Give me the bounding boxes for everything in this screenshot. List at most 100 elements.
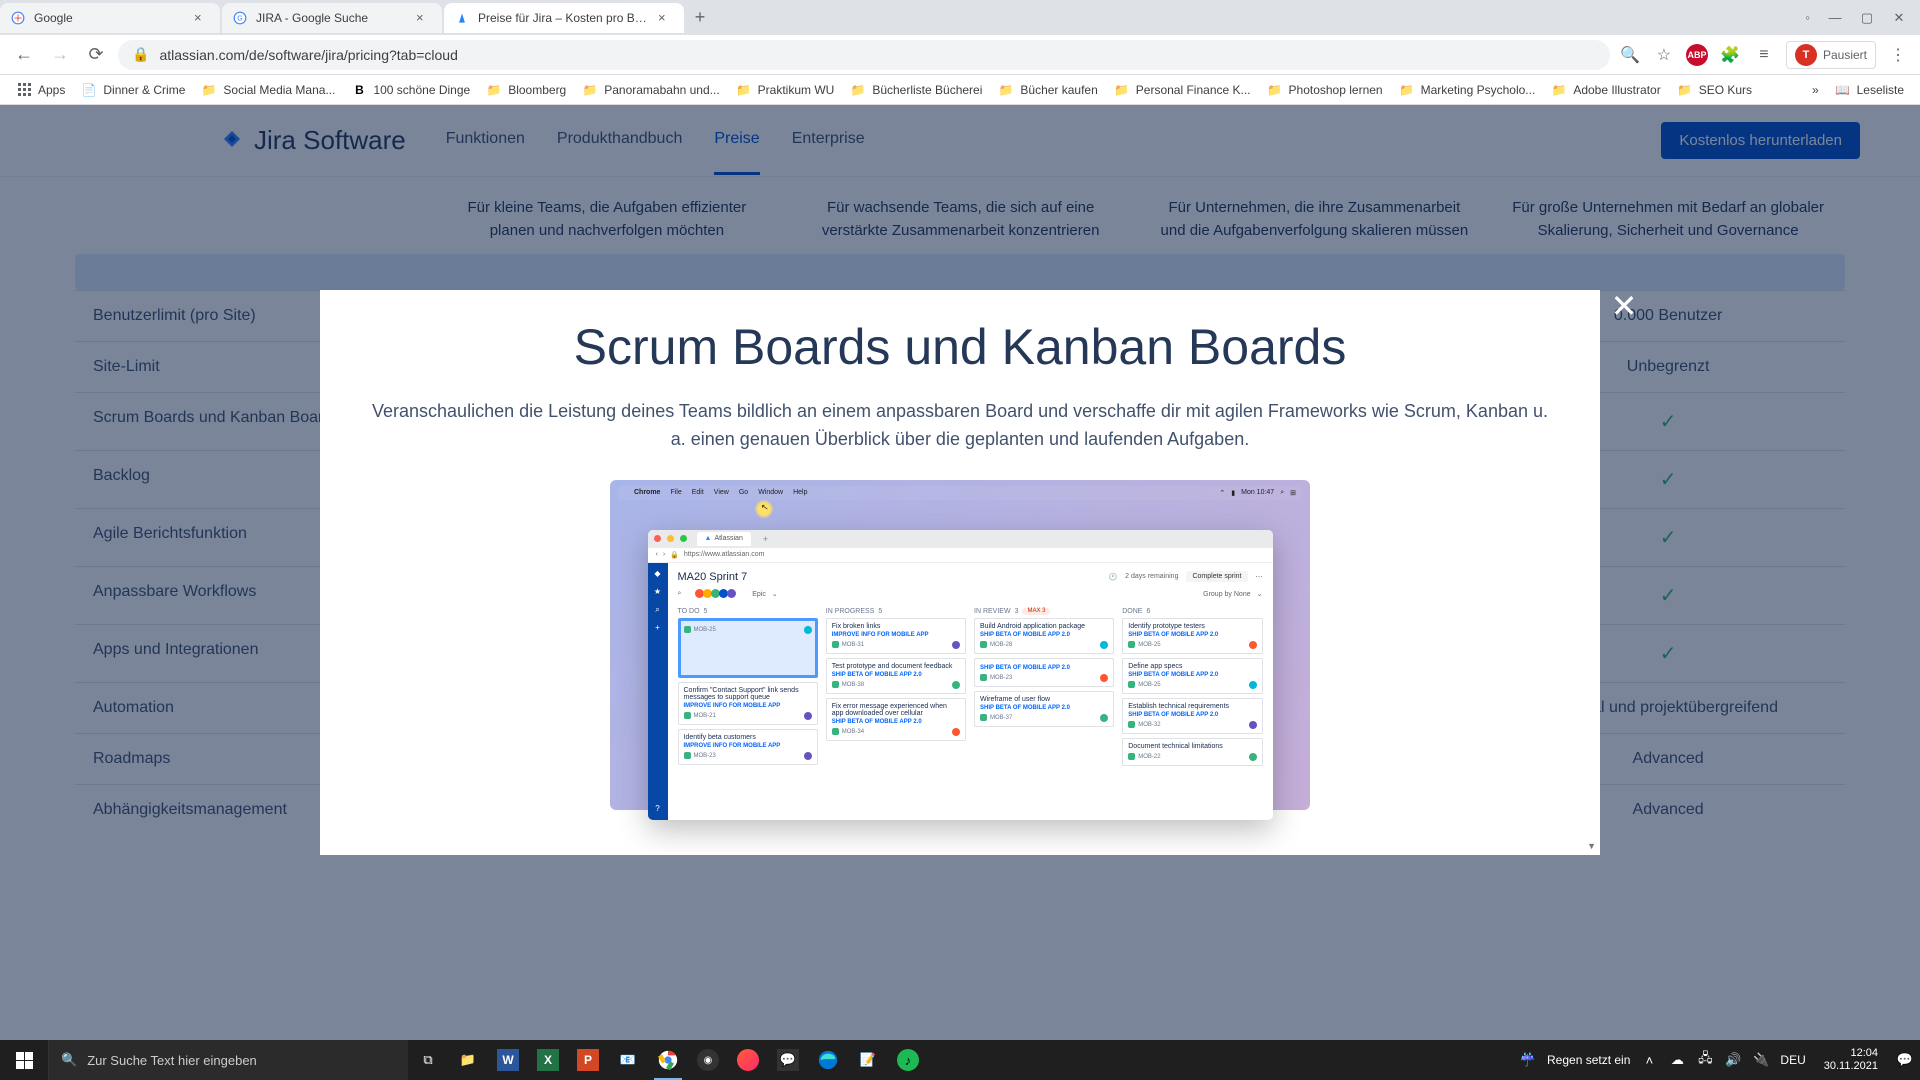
weather-text[interactable]: Regen setzt ein — [1547, 1053, 1630, 1067]
kanban-column: IN REVIEW3MAX 3Build Android application… — [974, 608, 1114, 770]
bookmark-item[interactable]: 📄Dinner & Crime — [75, 79, 191, 101]
bookmark-folder[interactable]: 📁Panoramabahn und... — [576, 79, 725, 101]
edge-icon[interactable] — [808, 1040, 848, 1080]
browser-tab-strip: Google × G JIRA - Google Suche × Preise … — [0, 0, 1920, 35]
maximize-button[interactable]: ▢ — [1860, 10, 1874, 26]
folder-icon: 📁 — [201, 82, 217, 98]
kanban-card: SHIP BETA OF MOBILE APP 2.0MOB-23 — [974, 658, 1114, 687]
onedrive-icon[interactable]: ☁ — [1668, 1052, 1686, 1068]
search-icon: ⌕ — [1280, 489, 1284, 497]
obs-icon[interactable]: ◉ — [688, 1040, 728, 1080]
browser-tab[interactable]: G JIRA - Google Suche × — [222, 3, 442, 33]
minimize-button[interactable]: — — [1828, 10, 1842, 26]
modal-title: Scrum Boards und Kanban Boards — [356, 318, 1564, 376]
zoom-icon[interactable]: 🔍 — [1618, 43, 1642, 67]
close-window-button[interactable]: ✕ — [1892, 10, 1906, 26]
issue-type-icon — [1128, 681, 1135, 688]
chrome-icon[interactable] — [648, 1040, 688, 1080]
traffic-light-max-icon — [680, 535, 687, 542]
bookmark-folder[interactable]: 📁Bloomberg — [480, 79, 572, 101]
issue-type-icon — [980, 714, 987, 721]
adblock-icon[interactable]: ABP — [1686, 44, 1708, 66]
reading-list-button[interactable]: 📖Leseliste — [1829, 79, 1910, 101]
battery-icon[interactable]: 🔌 — [1752, 1052, 1770, 1068]
bookmark-folder[interactable]: 📁Personal Finance K... — [1108, 79, 1257, 101]
bookmark-folder[interactable]: 📁SEO Kurs — [1671, 79, 1758, 101]
issue-type-icon — [1128, 641, 1135, 648]
url-text: atlassian.com/de/software/jira/pricing?t… — [159, 47, 457, 63]
app-icon[interactable] — [728, 1040, 768, 1080]
issue-type-icon — [684, 712, 691, 719]
bookmark-folder[interactable]: 📁Adobe Illustrator — [1545, 79, 1666, 101]
svg-text:G: G — [237, 15, 242, 22]
bookmark-folder[interactable]: 📁Bücherliste Bücherei — [844, 79, 988, 101]
assignee-avatar-icon — [804, 752, 812, 760]
mail-icon[interactable]: 📧 — [608, 1040, 648, 1080]
bookmark-overflow[interactable]: » — [1806, 79, 1825, 101]
bookmark-folder[interactable]: 📁Praktikum WU — [730, 79, 841, 101]
excel-icon[interactable]: X — [528, 1040, 568, 1080]
weather-icon[interactable]: ☔ — [1519, 1052, 1537, 1068]
volume-icon[interactable]: 🔊 — [1724, 1052, 1742, 1068]
scroll-down-icon[interactable]: ▼ — [1587, 841, 1596, 851]
network-icon[interactable]: 🖧 — [1696, 1049, 1714, 1071]
back-button[interactable]: ← — [10, 41, 38, 69]
file-explorer-icon[interactable]: 📁 — [448, 1040, 488, 1080]
account-icon[interactable]: ◦ — [1805, 10, 1810, 26]
menu-icon[interactable]: ⋮ — [1886, 43, 1910, 67]
spotify-icon[interactable]: ♪ — [888, 1040, 928, 1080]
notepad-icon[interactable]: 📝 — [848, 1040, 888, 1080]
assignee-avatar-icon — [952, 728, 960, 736]
folder-icon: 📁 — [1677, 82, 1693, 98]
reload-button[interactable]: ⟳ — [82, 41, 110, 69]
kanban-column: IN PROGRESS5Fix broken linksIMPROVE INFO… — [826, 608, 966, 770]
address-bar: ← → ⟳ 🔒 atlassian.com/de/software/jira/p… — [0, 35, 1920, 75]
teams-icon[interactable]: 💬 — [768, 1040, 808, 1080]
word-icon[interactable]: W — [488, 1040, 528, 1080]
kanban-card: Identify beta customersIMPROVE INFO FOR … — [678, 729, 818, 765]
bookmark-star-icon[interactable]: ☆ — [1652, 43, 1676, 67]
bookmark-folder[interactable]: 📁Photoshop lernen — [1261, 79, 1389, 101]
bookmark-folder[interactable]: 📁Social Media Mana... — [195, 79, 341, 101]
modal-overlay[interactable]: Scrum Boards und Kanban Boards Veranscha… — [0, 105, 1920, 1040]
forward-button[interactable]: → — [46, 41, 74, 69]
modal-close-button[interactable]: ✕ — [1606, 288, 1642, 324]
readlist-icon: 📖 — [1835, 82, 1851, 98]
tab-title: JIRA - Google Suche — [256, 11, 410, 25]
sprint-title: MA20 Sprint 7 — [678, 571, 748, 583]
taskbar-search[interactable]: 🔍 Zur Suche Text hier eingeben — [48, 1040, 408, 1080]
issue-type-icon — [832, 681, 839, 688]
bookmark-folder[interactable]: 📁Bücher kaufen — [992, 79, 1103, 101]
bookmark-folder[interactable]: 📁Marketing Psycholo... — [1393, 79, 1542, 101]
language-indicator[interactable]: DEU — [1780, 1053, 1805, 1067]
browser-tab[interactable]: Google × — [0, 3, 220, 33]
folder-icon: 📁 — [850, 82, 866, 98]
windows-taskbar: 🔍 Zur Suche Text hier eingeben ⧉ 📁 W X P… — [0, 1040, 1920, 1080]
url-input[interactable]: 🔒 atlassian.com/de/software/jira/pricing… — [118, 40, 1610, 70]
tab-close-icon[interactable]: × — [194, 10, 210, 26]
task-view-button[interactable]: ⧉ — [408, 1040, 448, 1080]
folder-icon: 📁 — [582, 82, 598, 98]
profile-pause-button[interactable]: T Pausiert — [1786, 41, 1876, 69]
browser-tab-active[interactable]: Preise für Jira – Kosten pro Benu... × — [444, 3, 684, 33]
clock-icon: 🕐 — [1108, 573, 1117, 581]
bookmark-item[interactable]: B100 schöne Dinge — [345, 79, 476, 101]
kanban-column: TO DO5MOB-25Confirm "Contact Support" li… — [678, 608, 818, 770]
extension-icon[interactable]: ≡ — [1752, 43, 1776, 67]
apps-button[interactable]: Apps — [10, 79, 71, 101]
apps-grid-icon — [16, 82, 32, 98]
tab-close-icon[interactable]: × — [416, 10, 432, 26]
clock[interactable]: 12:04 30.11.2021 — [1816, 1047, 1886, 1073]
tab-close-icon[interactable]: × — [658, 10, 674, 26]
new-tab-button[interactable]: + — [686, 4, 714, 32]
start-button[interactable] — [0, 1040, 48, 1080]
extension-puzzle-icon[interactable]: 🧩 — [1718, 43, 1742, 67]
kanban-card: Confirm "Contact Support" link sends mes… — [678, 682, 818, 725]
powerpoint-icon[interactable]: P — [568, 1040, 608, 1080]
tray-chevron-icon[interactable]: ˄ — [1640, 1053, 1658, 1068]
avatar-icon — [727, 589, 736, 598]
feature-modal: Scrum Boards und Kanban Boards Veranscha… — [320, 290, 1600, 855]
kanban-card: Fix broken linksIMPROVE INFO FOR MOBILE … — [826, 618, 966, 654]
chevron-down-icon: ⌄ — [772, 590, 778, 598]
notifications-icon[interactable]: 💬 — [1896, 1052, 1914, 1068]
